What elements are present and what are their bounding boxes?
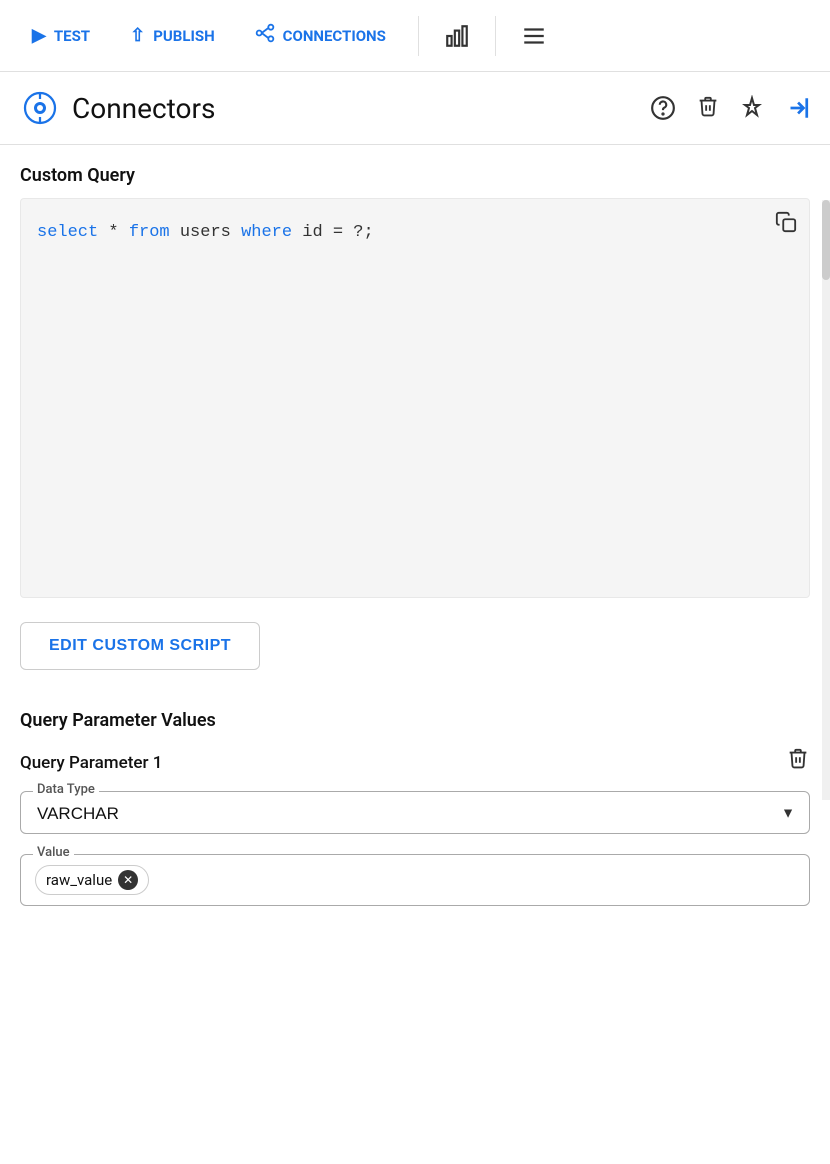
value-label: Value xyxy=(33,845,74,860)
code-content: select * from users where id = ?; xyxy=(37,219,793,246)
scrollbar-track[interactable] xyxy=(822,200,830,800)
nav-divider-1 xyxy=(418,16,419,56)
keyword-from: from xyxy=(129,223,170,242)
menu-icon-button[interactable] xyxy=(512,14,556,58)
query-parameter-1-label: Query Parameter 1 xyxy=(20,753,162,773)
query-parameter-section: Query Parameter Values Query Parameter 1… xyxy=(20,710,810,906)
publish-icon: ⇧ xyxy=(130,25,145,46)
publish-nav-label: PUBLISH xyxy=(153,27,214,45)
value-tag-chip: raw_value ✕ xyxy=(35,865,149,895)
remove-tag-button[interactable]: ✕ xyxy=(118,870,138,890)
header-actions xyxy=(650,95,810,121)
value-field[interactable]: Value raw_value ✕ xyxy=(20,854,810,906)
test-nav-label: TEST xyxy=(54,27,90,45)
data-type-select[interactable]: VARCHAR INTEGER BOOLEAN DATE xyxy=(37,804,793,823)
test-nav-item[interactable]: ▶ TEST xyxy=(16,17,106,54)
help-icon-button[interactable] xyxy=(650,95,676,121)
edit-custom-script-button[interactable]: EDIT CUSTOM SCRIPT xyxy=(20,622,260,670)
connections-nav-item[interactable]: CONNECTIONS xyxy=(239,15,402,56)
custom-query-label: Custom Query xyxy=(20,165,810,186)
chart-icon-button[interactable] xyxy=(435,14,479,58)
query-parameter-1-row: Query Parameter 1 xyxy=(20,747,810,779)
connections-icon xyxy=(255,23,275,48)
scrollbar-thumb[interactable] xyxy=(822,200,830,280)
top-navigation: ▶ TEST ⇧ PUBLISH CONNECTIONS xyxy=(0,0,830,72)
data-type-label: Data Type xyxy=(33,782,99,797)
keyword-select: select xyxy=(37,223,98,242)
nav-divider-2 xyxy=(495,16,496,56)
query-parameter-values-title: Query Parameter Values xyxy=(20,710,810,731)
page-header: Connectors xyxy=(0,72,830,145)
connections-nav-label: CONNECTIONS xyxy=(283,27,386,45)
copy-code-button[interactable] xyxy=(775,211,797,238)
play-icon: ▶ xyxy=(32,25,46,46)
publish-nav-item[interactable]: ⇧ PUBLISH xyxy=(114,17,231,54)
delete-param-button[interactable] xyxy=(786,747,810,779)
data-type-field[interactable]: Data Type VARCHAR INTEGER BOOLEAN DATE ▼ xyxy=(20,791,810,834)
keyword-where: where xyxy=(241,223,292,242)
code-block: select * from users where id = ?; xyxy=(20,198,810,598)
tag-chip-text: raw_value xyxy=(46,871,112,889)
main-content: Custom Query select * from users where i… xyxy=(0,145,830,926)
connectors-icon xyxy=(20,88,60,128)
pin-icon-button[interactable] xyxy=(740,95,764,121)
page-title: Connectors xyxy=(72,92,638,125)
collapse-icon-button[interactable] xyxy=(784,95,810,121)
delete-icon-button[interactable] xyxy=(696,95,720,121)
